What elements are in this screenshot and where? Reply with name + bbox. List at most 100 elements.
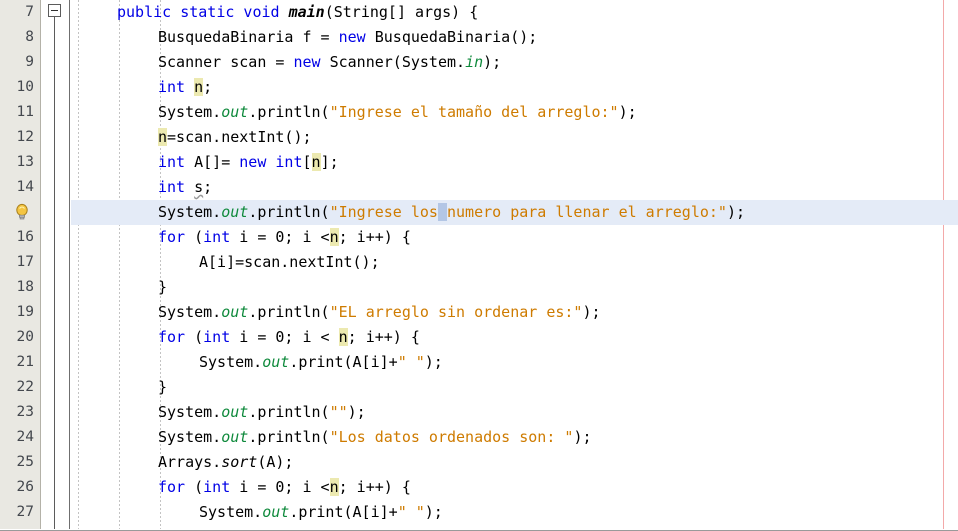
plain-token: System. — [199, 353, 263, 371]
code-line[interactable]: for (int i = 0; i < n; i++) { — [71, 325, 958, 350]
keyword-token: int — [203, 478, 231, 496]
line-number: 19 — [16, 304, 34, 320]
code-line[interactable]: System.out.print(A[i]+" "); — [71, 500, 958, 525]
keyword-token: new — [293, 53, 321, 71]
line-number: 24 — [16, 429, 34, 445]
plain-token: i = 0; i < — [230, 478, 330, 496]
occurrence-highlight: n — [329, 478, 339, 496]
code-line[interactable]: System.out.print(A[i]+" "); — [71, 350, 958, 375]
line-number: 26 — [16, 479, 34, 495]
method-name-token: main — [288, 3, 325, 21]
line-number-gutter[interactable]: 7 8 9 10 11 12 13 14 16 17 18 19 20 21 2… — [0, 0, 41, 529]
keyword-token: int — [203, 328, 231, 346]
code-line[interactable]: A[i]=scan.nextInt(); — [71, 250, 958, 275]
plain-token: .println( — [248, 403, 330, 421]
plain-token: .println( — [248, 428, 330, 446]
plain-token: ( — [185, 328, 204, 346]
code-editor[interactable]: 7 8 9 10 11 12 13 14 16 17 18 19 20 21 2… — [0, 0, 958, 531]
code-line[interactable]: for (int i = 0; i <n; i++) { — [71, 225, 958, 250]
static-field-token: out — [221, 303, 249, 321]
occurrence-highlight: n — [158, 128, 168, 146]
occurrence-highlight: n — [194, 78, 204, 96]
string-literal-token: "" — [329, 403, 348, 421]
plain-token: BusquedaBinaria f = — [158, 28, 339, 46]
unused-variable-warning: s — [194, 178, 204, 196]
plain-token: [ — [302, 153, 312, 171]
keyword-token: new — [239, 153, 267, 171]
code-line[interactable]: Arrays.sort(A); — [71, 450, 958, 475]
code-line[interactable]: for (int i = 0; i <n; i++) { — [71, 475, 958, 500]
code-line[interactable]: public static void main(String[] args) { — [71, 0, 958, 25]
keyword-token: for — [158, 478, 186, 496]
plain-token: ); — [726, 203, 746, 221]
keyword-token: new — [338, 28, 366, 46]
plain-token: .println( — [248, 103, 330, 121]
plain-token: System. — [158, 428, 222, 446]
code-line[interactable]: System.out.println(""); — [71, 400, 958, 425]
plain-token: ); — [424, 353, 443, 371]
plain-token: =scan.nextInt(); — [167, 128, 312, 146]
plain-token: .print(A[i]+ — [289, 503, 398, 521]
collapse-fold-icon[interactable] — [48, 4, 61, 17]
plain-token: ); — [573, 428, 592, 446]
static-field-token: out — [221, 103, 249, 121]
plain-token: ; i++) { — [347, 328, 420, 346]
plain-token: ); — [582, 303, 601, 321]
keyword-token: public static void — [117, 3, 289, 21]
plain-token: i = 0; i < — [230, 328, 339, 346]
keyword-token: int — [203, 228, 231, 246]
line-number: 25 — [16, 454, 34, 470]
code-line[interactable]: int A[]= new int[n]; — [71, 150, 958, 175]
code-text-area[interactable]: public static void main(String[] args) {… — [71, 0, 958, 529]
code-line[interactable]: System.out.println("EL arreglo sin orden… — [71, 300, 958, 325]
plain-token: ; i++) { — [338, 478, 411, 496]
string-literal-token: numero para llenar el arreglo:" — [447, 203, 727, 221]
plain-token: A[]= — [185, 153, 240, 171]
line-number: 12 — [16, 129, 34, 145]
code-line[interactable]: System.out.println("Los datos ordenados … — [71, 425, 958, 450]
plain-token: A[i]=scan.nextInt(); — [199, 253, 380, 271]
line-number: 8 — [25, 29, 34, 45]
line-number: 20 — [16, 329, 34, 345]
code-line[interactable]: } — [71, 275, 958, 300]
static-field-token: in — [465, 53, 484, 71]
line-number: 9 — [25, 54, 34, 70]
plain-token: BusquedaBinaria(); — [365, 28, 538, 46]
string-literal-token: "Ingrese los — [329, 203, 438, 221]
line-number: 22 — [16, 379, 34, 395]
code-line-active[interactable]: System.out.println("Ingrese los numero p… — [71, 200, 958, 225]
string-literal-token: "Los datos ordenados son: " — [329, 428, 574, 446]
line-number: 27 — [16, 504, 34, 520]
plain-token: ( — [185, 228, 204, 246]
code-line[interactable]: BusquedaBinaria f = new BusquedaBinaria(… — [71, 25, 958, 50]
keyword-token: for — [158, 328, 186, 346]
code-line[interactable]: } — [71, 375, 958, 400]
fold-region-line — [54, 16, 55, 529]
static-field-token: out — [262, 353, 290, 371]
code-line[interactable]: Scanner scan = new Scanner(System.in); — [71, 50, 958, 75]
code-line[interactable]: n=scan.nextInt(); — [71, 125, 958, 150]
line-number: 11 — [16, 104, 34, 120]
plain-token: ); — [618, 103, 637, 121]
string-literal-token: " " — [397, 353, 425, 371]
static-field-token: out — [262, 503, 290, 521]
plain-token: System. — [199, 503, 263, 521]
text-selection — [437, 203, 447, 221]
string-literal-token: "EL arreglo sin ordenar es:" — [329, 303, 583, 321]
lightbulb-icon[interactable] — [13, 200, 31, 225]
plain-token: ; — [203, 178, 213, 196]
plain-token: ( — [185, 478, 204, 496]
code-line[interactable]: int s; — [71, 175, 958, 200]
code-folding-gutter[interactable] — [42, 0, 70, 529]
plain-token: System. — [158, 103, 222, 121]
line-number: 18 — [16, 279, 34, 295]
code-line[interactable]: System.out.println("Ingrese el tamaño de… — [71, 100, 958, 125]
occurrence-highlight: n — [338, 328, 348, 346]
code-line[interactable]: int n; — [71, 75, 958, 100]
keyword-token: int — [158, 153, 186, 171]
keyword-token: int — [275, 153, 303, 171]
line-number: 14 — [16, 179, 34, 195]
method-name-token: sort — [221, 453, 258, 471]
